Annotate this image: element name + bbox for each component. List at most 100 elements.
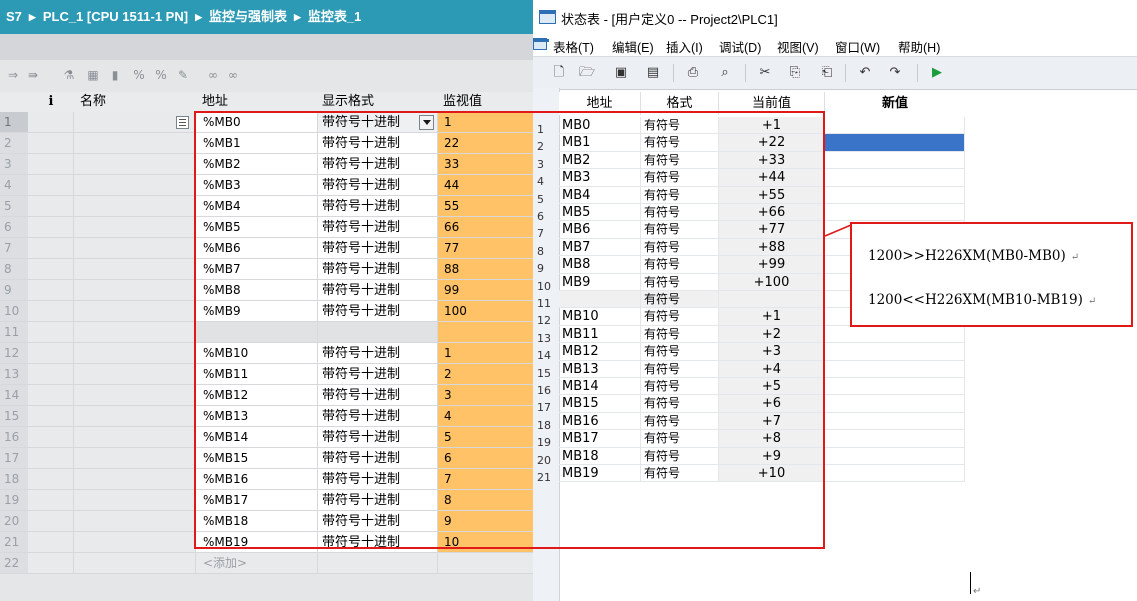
- info-cell[interactable]: [28, 259, 74, 280]
- address-cell[interactable]: MB6: [559, 221, 641, 239]
- name-cell[interactable]: [74, 385, 196, 406]
- address-cell[interactable]: MB13: [559, 360, 641, 378]
- address-cell[interactable]: MB12: [559, 343, 641, 361]
- new-value-cell[interactable]: [825, 378, 965, 396]
- monitor-icon[interactable]: ▦: [86, 68, 100, 82]
- name-cell[interactable]: [74, 154, 196, 175]
- info-cell[interactable]: [28, 217, 74, 238]
- header-name[interactable]: 名称: [80, 92, 106, 112]
- format-cell[interactable]: 有符号: [641, 291, 719, 309]
- address-cell[interactable]: %MB16: [196, 469, 318, 490]
- current-value-cell[interactable]: +5: [719, 378, 825, 396]
- current-value-cell[interactable]: +4: [719, 360, 825, 378]
- format-dropdown-chevron-icon[interactable]: [419, 115, 434, 130]
- info-cell[interactable]: [28, 196, 74, 217]
- address-cell[interactable]: MB16: [559, 412, 641, 431]
- table-row[interactable]: 17 %MB15 带符号十进制 6: [0, 448, 533, 469]
- display-format-cell[interactable]: 带符号十进制: [318, 301, 438, 322]
- format-cell[interactable]: 有符号: [641, 256, 719, 274]
- new-value-cell[interactable]: [825, 151, 965, 170]
- new-value-cell[interactable]: [825, 360, 965, 378]
- address-cell[interactable]: MB8: [559, 256, 641, 274]
- monitor-value-cell[interactable]: 100: [438, 301, 533, 322]
- info-cell[interactable]: [28, 112, 74, 133]
- monitor-value-cell[interactable]: 77: [438, 238, 533, 259]
- header-monitor-value[interactable]: 监视值: [443, 92, 482, 112]
- monitor-value-cell[interactable]: 22: [438, 133, 533, 154]
- table-row[interactable]: 5 %MB4 带符号十进制 55: [0, 196, 533, 217]
- address-cell[interactable]: %MB14: [196, 427, 318, 448]
- force-icon[interactable]: ✎: [176, 68, 190, 82]
- address-cell[interactable]: %MB15: [196, 448, 318, 469]
- monitor-value-cell[interactable]: 1: [438, 112, 533, 133]
- address-cell[interactable]: MB15: [559, 395, 641, 413]
- new-value-cell[interactable]: [825, 169, 965, 187]
- monitor-value-cell[interactable]: 2: [438, 364, 533, 385]
- address-cell[interactable]: %MB12: [196, 385, 318, 406]
- name-cell[interactable]: [74, 259, 196, 280]
- name-cell[interactable]: [74, 532, 196, 553]
- format-cell[interactable]: 有符号: [641, 238, 719, 257]
- header-address[interactable]: 地址: [559, 92, 641, 115]
- new-file-icon[interactable]: 🗋: [551, 65, 567, 81]
- info-cell[interactable]: [28, 511, 74, 532]
- monitor-value-cell[interactable]: 4: [438, 406, 533, 427]
- display-format-cell[interactable]: 带符号十进制: [318, 238, 438, 259]
- menu-debug[interactable]: 调试(D): [719, 37, 761, 56]
- current-value-cell[interactable]: +99: [719, 256, 825, 274]
- format-cell[interactable]: 有符号: [641, 360, 719, 378]
- info-cell[interactable]: [28, 364, 74, 385]
- address-cell[interactable]: MB1: [559, 134, 641, 152]
- display-format-cell[interactable]: 带符号十进制: [318, 490, 438, 511]
- format-cell[interactable]: 有符号: [641, 186, 719, 204]
- info-cell[interactable]: [28, 343, 74, 364]
- info-cell[interactable]: [28, 238, 74, 259]
- address-cell[interactable]: %MB11: [196, 364, 318, 385]
- monitor-value-cell[interactable]: 44: [438, 175, 533, 196]
- current-value-cell[interactable]: +10: [719, 465, 825, 483]
- run-status-icon[interactable]: ▶: [929, 65, 945, 81]
- address-cell[interactable]: MB9: [559, 273, 641, 291]
- current-value-cell[interactable]: +88: [719, 238, 825, 257]
- breadcrumb-item[interactable]: 监控与强制表: [209, 9, 287, 24]
- display-format-cell[interactable]: 带符号十进制: [318, 112, 438, 133]
- info-cell[interactable]: [28, 553, 74, 574]
- monitor-value-cell[interactable]: 5: [438, 427, 533, 448]
- format-cell[interactable]: 有符号: [641, 378, 719, 396]
- table-row[interactable]: 2 %MB1 带符号十进制 22: [0, 133, 533, 154]
- display-format-cell[interactable]: 带符号十进制: [318, 511, 438, 532]
- display-format-cell[interactable]: 带符号十进制: [318, 217, 438, 238]
- menu-insert[interactable]: 插入(I): [666, 37, 703, 56]
- current-value-cell[interactable]: +55: [719, 186, 825, 204]
- table-row[interactable]: 16 %MB14 带符号十进制 5: [0, 427, 533, 448]
- name-cell[interactable]: [74, 343, 196, 364]
- address-cell[interactable]: MB10: [559, 308, 641, 326]
- new-value-cell[interactable]: [825, 465, 965, 483]
- format-cell[interactable]: 有符号: [641, 117, 719, 135]
- table-row[interactable]: 4 %MB3 带符号十进制 44: [0, 175, 533, 196]
- name-cell[interactable]: [74, 217, 196, 238]
- monitor-value-cell[interactable]: [438, 322, 533, 343]
- format-cell[interactable]: 有符号: [641, 325, 719, 344]
- new-value-cell[interactable]: [825, 447, 965, 465]
- address-cell[interactable]: %MB7: [196, 259, 318, 280]
- current-value-cell[interactable]: +2: [719, 325, 825, 344]
- header-current-value[interactable]: 当前值: [719, 92, 825, 115]
- table-row[interactable]: 22 <添加>: [0, 553, 533, 574]
- table-row[interactable]: 18 %MB16 带符号十进制 7: [0, 469, 533, 490]
- new-value-cell[interactable]: [825, 412, 965, 431]
- info-cell[interactable]: [28, 175, 74, 196]
- current-value-cell[interactable]: +8: [719, 430, 825, 448]
- name-cell[interactable]: [74, 490, 196, 511]
- address-cell[interactable]: MB14: [559, 378, 641, 396]
- new-value-cell[interactable]: [825, 204, 965, 222]
- address-cell[interactable]: %MB4: [196, 196, 318, 217]
- current-value-cell[interactable]: +9: [719, 447, 825, 465]
- address-cell[interactable]: MB4: [559, 186, 641, 204]
- menu-window[interactable]: 窗口(W): [835, 37, 880, 56]
- menu-help[interactable]: 帮助(H): [898, 37, 940, 56]
- address-cell[interactable]: MB0: [559, 117, 641, 135]
- current-value-cell[interactable]: +7: [719, 412, 825, 431]
- table-row[interactable]: 7 %MB6 带符号十进制 77: [0, 238, 533, 259]
- monitor-value-cell[interactable]: 6: [438, 448, 533, 469]
